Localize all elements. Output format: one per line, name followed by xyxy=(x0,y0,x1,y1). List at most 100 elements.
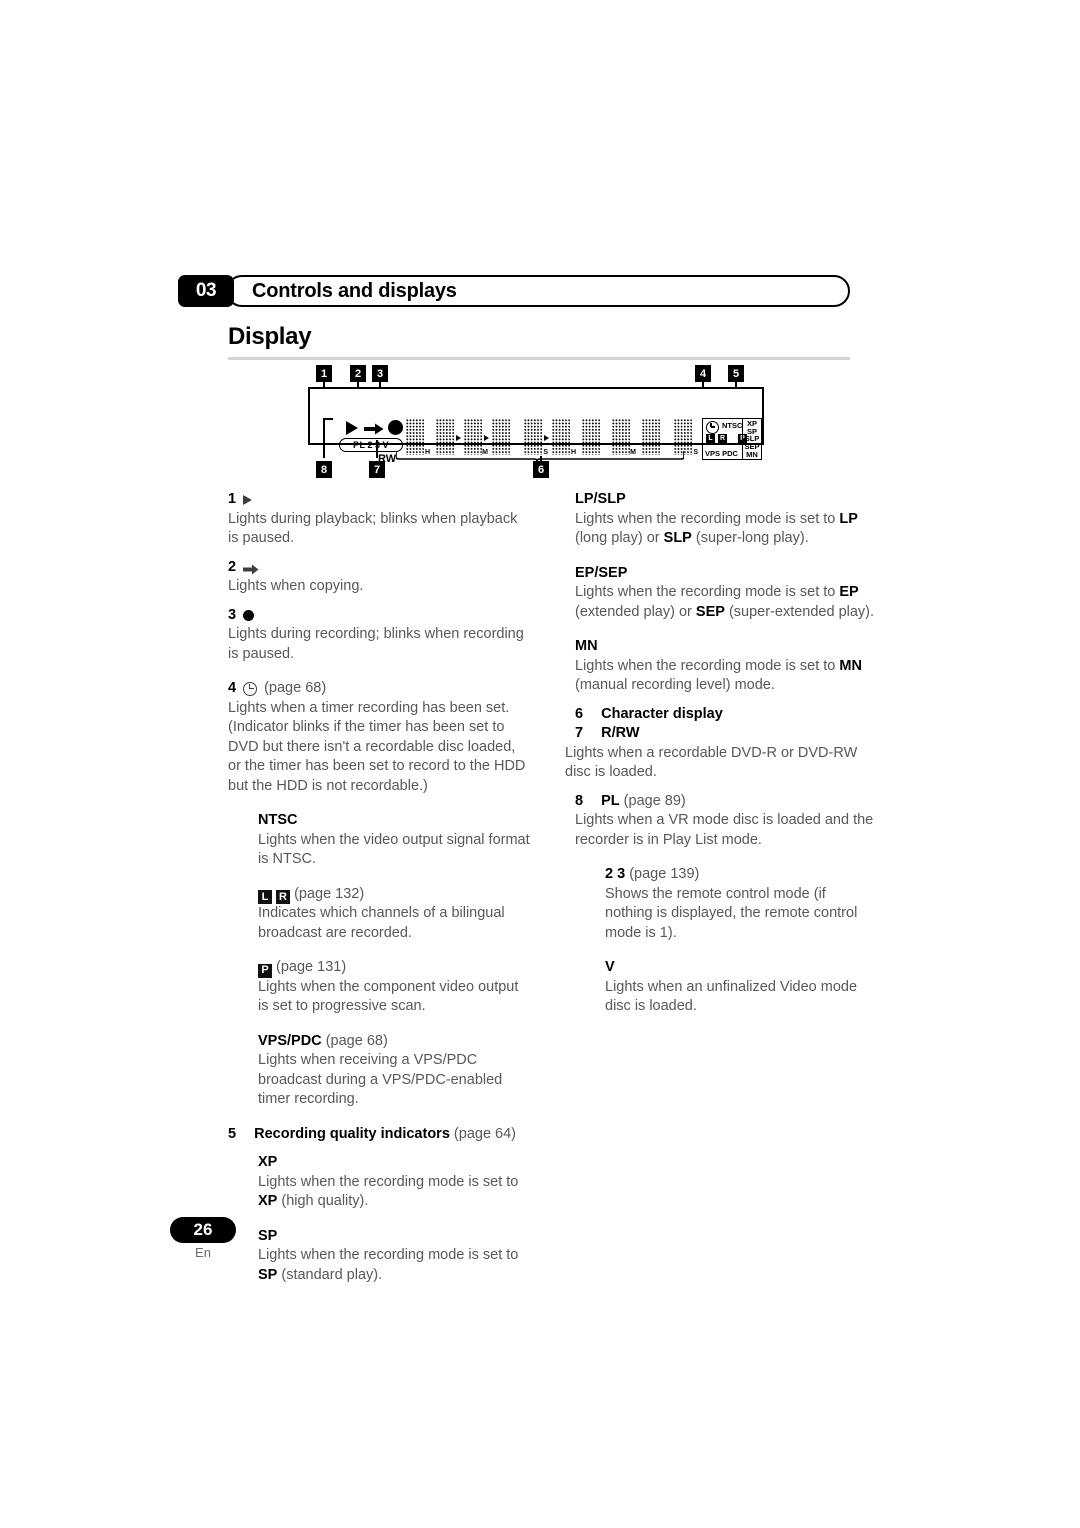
subitem-progressive-heading: P (page 131) xyxy=(258,958,530,978)
lcd-indicator-block: NTSC L R P VPS PDC XP SP SLP SEP MN xyxy=(702,418,762,460)
item-4-page-ref: (page 68) xyxy=(264,680,327,696)
figure-callout-2: 2 xyxy=(350,365,366,382)
subitem-v-body: Lights when an unfinalized Video mode di… xyxy=(605,978,858,1015)
figure-callout-8: 8 xyxy=(316,461,332,478)
lcd-ntsc-label: NTSC xyxy=(722,421,743,430)
subitem-progressive: P (page 131) Lights when the component v… xyxy=(258,958,530,1017)
clock-icon xyxy=(706,421,719,434)
subitem-ep-sep-heading: EP/SEP xyxy=(575,564,628,581)
lcd-pdc-label: PDC xyxy=(722,449,738,458)
ep-sep-mid: (extended play) or xyxy=(575,603,696,620)
item-2-body: Lights when copying. xyxy=(228,578,364,594)
list-item-7: 7 R/RW Lights when a recordable DVD-R or… xyxy=(565,724,877,783)
lcd-panel: PL 2 3 V RW H M S H M S NTSC L R P VPS P… xyxy=(308,387,764,465)
figure-callout-4: 4 xyxy=(695,365,711,382)
item-3-body: Lights during recording; blinks when rec… xyxy=(228,626,524,662)
lcd-vps-pdc-label: VPS PDC xyxy=(705,449,738,458)
progressive-icon: P xyxy=(258,963,272,978)
subitem-mn: MN Lights when the recording mode is set… xyxy=(575,637,877,696)
item-7-header: 7 R/RW xyxy=(575,724,877,744)
record-dot-icon xyxy=(388,420,403,435)
play-triangle-icon xyxy=(346,421,358,435)
figure-callout-3: 3 xyxy=(372,365,388,382)
mn-post: (manual recording level) mode. xyxy=(575,677,775,693)
subitem-v-heading: V xyxy=(605,959,615,975)
subitem-lr-heading: L R (page 132) xyxy=(258,885,530,904)
item-2-header: 2 xyxy=(228,558,530,578)
lcd-quality-mn: MN xyxy=(746,449,758,459)
subitem-lp-slp-body: Lights when the recording mode is set to… xyxy=(575,510,877,549)
subitem-lr-body: Indicates which channels of a bilingual … xyxy=(258,905,505,941)
item-1-body: Lights during playback; blinks when play… xyxy=(228,510,518,547)
right-arrow-icon xyxy=(364,422,384,435)
lcd-separator-triangle xyxy=(456,435,461,441)
subitem-ntsc: NTSC Lights when the video output signal… xyxy=(258,811,530,870)
subitem-ep-sep: EP/SEP Lights when the recording mode is… xyxy=(575,564,877,623)
lcd-mode-2: 2 xyxy=(367,440,373,450)
ep-sep-post: (super-extended play). xyxy=(724,603,875,620)
section-title: Display xyxy=(228,323,312,350)
page-language-label: En xyxy=(195,1245,211,1260)
subitem-sp-body-post: (standard play). xyxy=(277,1266,383,1283)
left-channel-icon: L xyxy=(258,890,272,904)
leader-line-8b xyxy=(323,418,333,420)
leader-line-8 xyxy=(323,418,325,458)
right-channel-icon: R xyxy=(276,890,291,904)
leader-line-7 xyxy=(376,440,378,458)
figure-callout-1: 1 xyxy=(316,365,332,382)
right-text-column: LP/SLP Lights when the recording mode is… xyxy=(565,490,877,1017)
item-1-number: 1 xyxy=(228,491,237,507)
item-8-number: 8 xyxy=(575,792,584,809)
figure-callout-6: 6 xyxy=(533,461,549,478)
character-display-brace xyxy=(395,448,685,462)
ep-sep-bold1: EP xyxy=(839,584,859,600)
subitem-vps-pdc-heading: VPS/PDC (page 68) xyxy=(258,1032,530,1052)
subitem-lp-slp: LP/SLP Lights when the recording mode is… xyxy=(575,490,877,549)
subitem-remote-mode-body: Shows the remote control mode (if nothin… xyxy=(605,885,858,941)
lp-slp-bold2: SLP xyxy=(663,530,692,546)
lcd-pl-label: PL xyxy=(352,440,366,450)
record-dot-icon xyxy=(243,609,255,621)
subitem-ntsc-heading: NTSC xyxy=(258,812,298,828)
subitem-mn-body: Lights when the recording mode is set to… xyxy=(575,657,877,696)
manual-page: 03 Controls and displays Display 1 2 3 4… xyxy=(0,0,1080,1528)
lcd-vps-label: VPS xyxy=(705,449,721,458)
subitem-xp-body-bold: XP xyxy=(258,1193,278,1209)
subitem-remote-mode-page-ref: (page 139) xyxy=(629,866,700,882)
item-2-number: 2 xyxy=(228,558,237,575)
lp-slp-bold1: LP xyxy=(839,510,858,527)
item-7-body: Lights when a recordable DVD-R or DVD-RW… xyxy=(565,744,858,781)
subitem-xp: XP Lights when the recording mode is set… xyxy=(258,1153,530,1212)
subitem-vps-pdc-label: VPS/PDC xyxy=(258,1032,322,1049)
subitem-lp-slp-heading: LP/SLP xyxy=(575,491,626,507)
subitem-sp-heading: SP xyxy=(258,1227,278,1244)
left-channel-icon: L xyxy=(706,434,715,443)
subitem-sp: SP Lights when the recording mode is set… xyxy=(258,1227,530,1286)
list-item-1: 1 Lights during playback; blinks when pl… xyxy=(228,490,530,549)
ep-sep-pre: Lights when the recording mode is set to xyxy=(575,584,840,600)
item-4-header: 4 (page 68) xyxy=(228,679,530,699)
item-6-heading: Character display xyxy=(601,705,723,722)
item-8-body: Lights when a VR mode disc is loaded and… xyxy=(575,812,874,848)
chapter-title-text: Controls and displays xyxy=(252,279,457,302)
list-item-8: 8 PL (page 89) Lights when a VR mode dis… xyxy=(575,792,877,851)
subitem-vps-pdc: VPS/PDC (page 68) Lights when receiving … xyxy=(258,1032,530,1110)
list-item-4: 4 (page 68) Lights when a timer recordin… xyxy=(228,679,530,796)
mn-bold1: MN xyxy=(839,657,862,674)
item-4-body: Lights when a timer recording has been s… xyxy=(228,699,526,794)
lcd-unit-s2: S xyxy=(693,449,698,456)
lp-slp-post: (super-long play). xyxy=(691,530,809,546)
list-item-6: 6 Character display xyxy=(575,705,877,725)
item-5-heading: Recording quality indicators xyxy=(254,1125,450,1142)
item-8-header: 8 PL (page 89) xyxy=(575,792,877,812)
subitem-ep-sep-body: Lights when the recording mode is set to… xyxy=(575,583,877,622)
subitem-lr-page-ref: (page 132) xyxy=(294,885,365,902)
list-item-2: 2 Lights when copying. xyxy=(228,558,530,597)
chapter-title-pill: Controls and displays xyxy=(226,275,850,307)
subitem-sp-body-pre: Lights when the recording mode is set to xyxy=(258,1247,519,1263)
ep-sep-bold2: SEP xyxy=(695,603,725,620)
figure-callout-7: 7 xyxy=(369,461,385,478)
subitem-v: V Lights when an unfinalized Video mode … xyxy=(605,958,877,1017)
subitem-progressive-page-ref: (page 131) xyxy=(276,959,347,975)
subitem-remote-mode-header: 2 3 (page 139) xyxy=(605,865,877,885)
